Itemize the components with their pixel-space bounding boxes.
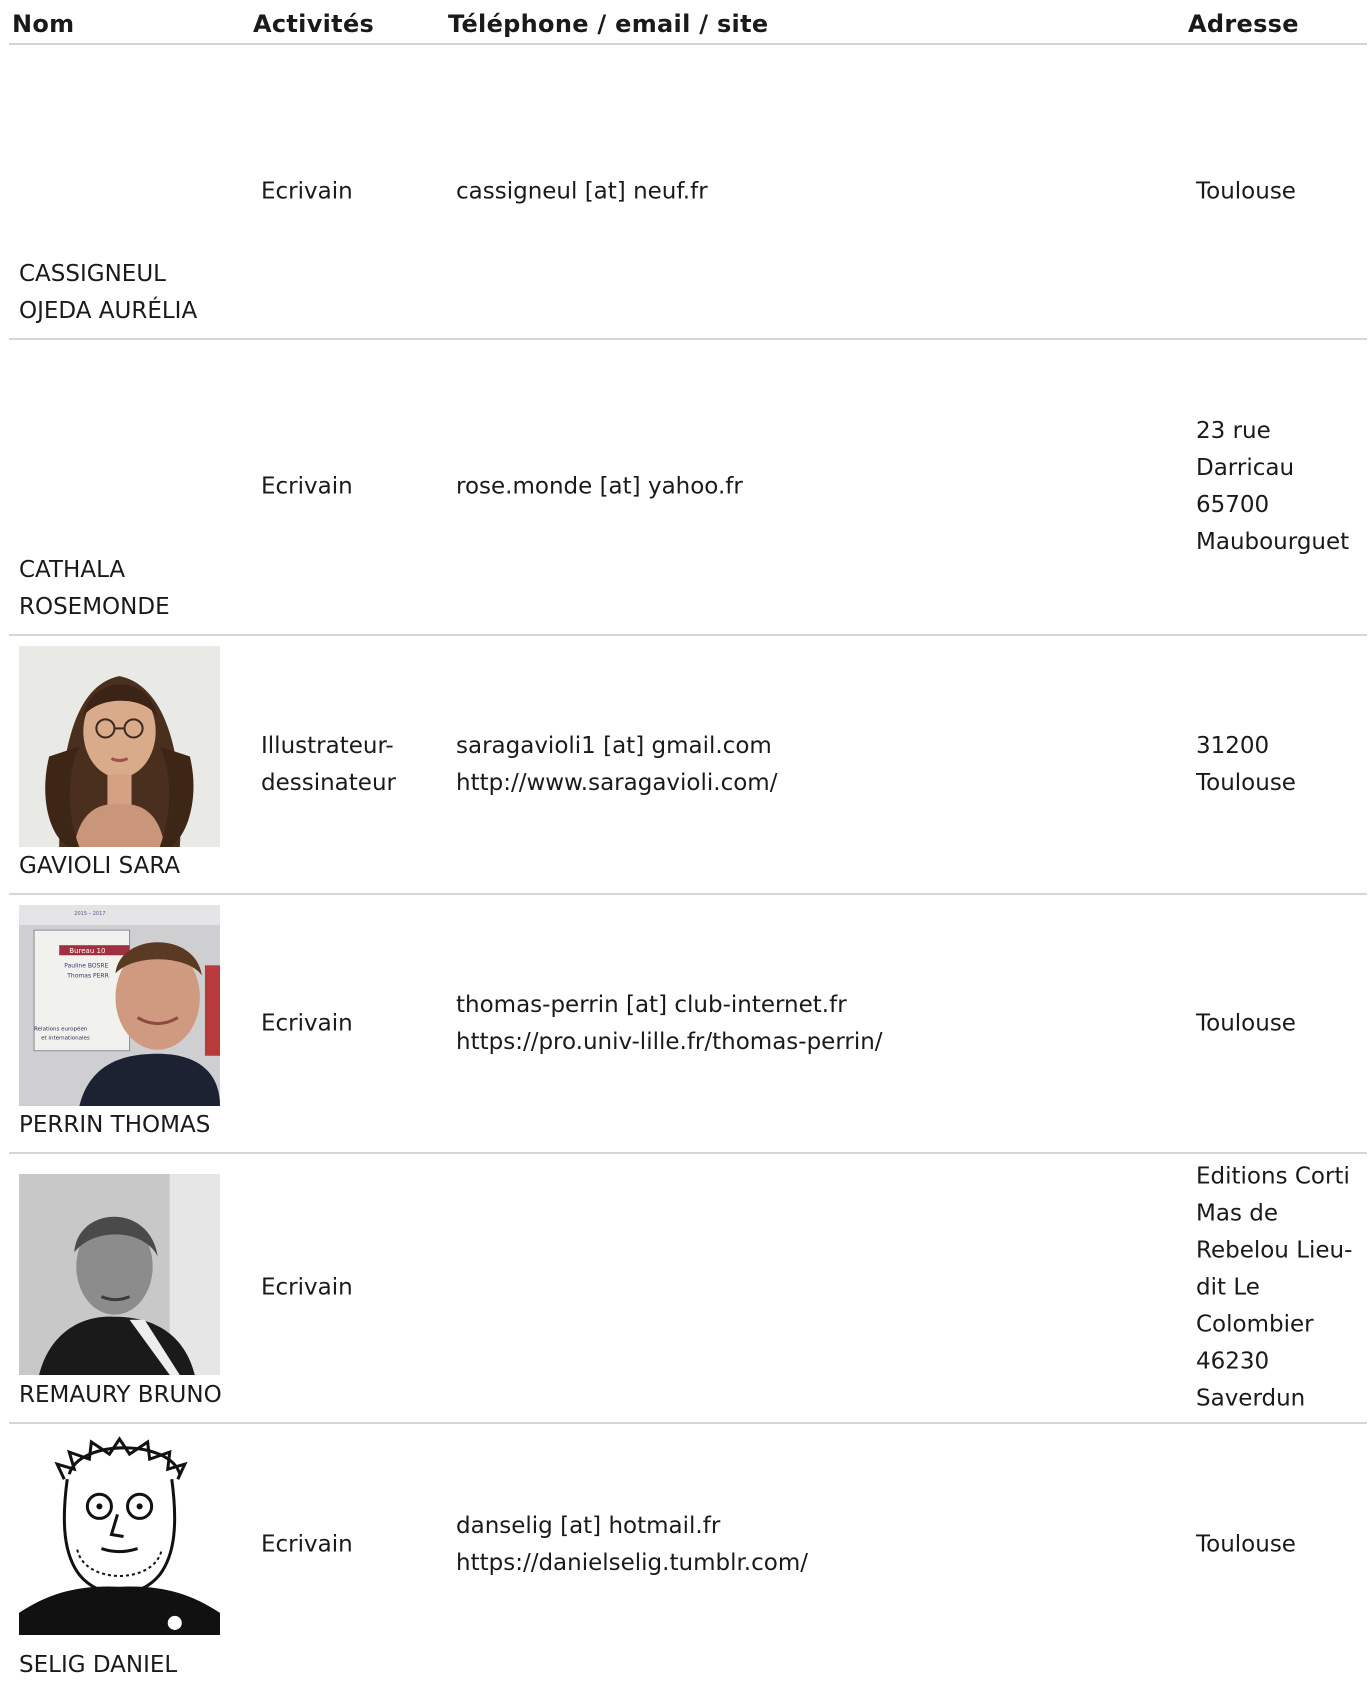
svg-text:Bureau 10: Bureau 10 (69, 946, 105, 955)
author-directory-table: Nom Activités Téléphone / email / site A… (9, 0, 1367, 1687)
table-row: GAVIOLI SARA Illustrateur- dessinateur s… (9, 636, 1367, 895)
author-address: Editions Corti Mas de Rebelou Lieu- dit … (1196, 1163, 1353, 1412)
author-photo: Bureau 10 Pauline BOSRE Thomas PERR 2015… (19, 905, 220, 1106)
author-address: 23 rue Darricau 65700 Maubourguet (1196, 418, 1350, 555)
table-row: Bureau 10 Pauline BOSRE Thomas PERR 2015… (9, 895, 1367, 1154)
table-row: CATHALA ROSEMONDE Ecrivain rose.monde [a… (9, 340, 1367, 636)
author-address: Toulouse (1196, 1531, 1296, 1558)
author-address: 31200 Toulouse (1196, 732, 1296, 796)
column-header-adresse: Adresse (1188, 10, 1299, 38)
table-row: REMAURY BRUNO Ecrivain Editions Corti Ma… (9, 1154, 1367, 1424)
table-row: CASSIGNEUL OJEDA AURÉLIA Ecrivain cassig… (9, 45, 1367, 340)
author-photo (19, 1434, 220, 1635)
author-name: SELIG DANIEL (19, 1652, 178, 1678)
table-row: SELIG DANIEL Ecrivain danselig [at] hotm… (9, 1424, 1367, 1687)
author-name: GAVIOLI SARA (19, 853, 181, 879)
svg-text:et internationales: et internationales (41, 1036, 90, 1042)
author-name: CATHALA ROSEMONDE (19, 557, 170, 620)
author-name: REMAURY BRUNO (19, 1382, 222, 1408)
author-contact: danselig [at] hotmail.fr https://daniels… (456, 1512, 808, 1576)
author-activity: Ecrivain (261, 1531, 353, 1558)
svg-text:Pauline BOSRE: Pauline BOSRE (64, 962, 108, 969)
column-header-contact: Téléphone / email / site (448, 10, 769, 38)
author-name: PERRIN THOMAS (19, 1112, 211, 1138)
svg-text:2015 – 2017: 2015 – 2017 (74, 911, 105, 917)
column-header-activites: Activités (253, 10, 375, 38)
author-activity: Ecrivain (261, 178, 353, 204)
svg-text:Thomas PERR: Thomas PERR (66, 972, 109, 979)
table-header: Nom Activités Téléphone / email / site A… (9, 0, 1367, 45)
author-contact: thomas-perrin [at] club-internet.fr http… (456, 991, 883, 1055)
author-activity: Ecrivain (261, 1274, 353, 1301)
author-activity: Ecrivain (261, 473, 353, 500)
svg-text:Relations européen: Relations européen (34, 1026, 88, 1033)
author-photo (19, 646, 220, 847)
author-contact: cassigneul [at] neuf.fr (456, 178, 708, 204)
author-photo (19, 1174, 220, 1375)
author-activity: Illustrateur- dessinateur (261, 732, 396, 796)
author-contact: saragavioli1 [at] gmail.com http://www.s… (456, 732, 778, 796)
author-activity: Ecrivain (261, 1010, 353, 1036)
author-address: Toulouse (1196, 178, 1296, 204)
author-name: CASSIGNEUL OJEDA AURÉLIA (19, 261, 198, 324)
column-header-nom: Nom (12, 10, 75, 38)
author-address: Toulouse (1196, 1010, 1296, 1036)
author-contact: rose.monde [at] yahoo.fr (456, 473, 743, 500)
